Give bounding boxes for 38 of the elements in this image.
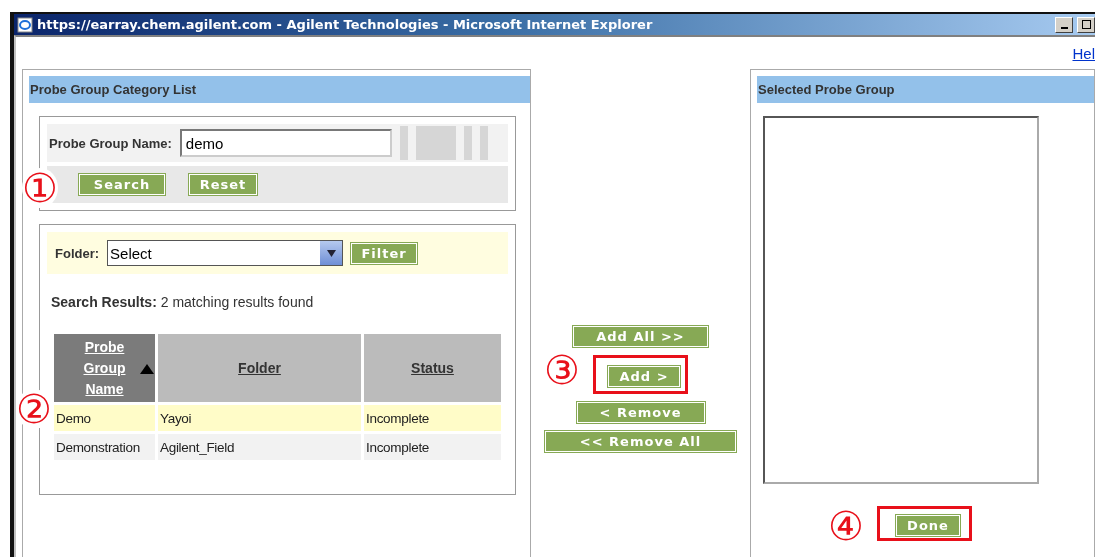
folder-dropdown[interactable]: Select <box>107 240 344 266</box>
done-button[interactable]: Done <box>896 515 960 536</box>
dropdown-arrow-icon <box>326 249 336 257</box>
maximize-button[interactable] <box>1077 16 1095 33</box>
search-button[interactable]: Search <box>79 174 165 195</box>
help-link[interactable]: Hel <box>1072 44 1095 62</box>
name-label: Probe Group Name: <box>49 135 172 151</box>
table-cell: Agilent_Field <box>158 434 361 460</box>
empty-cell <box>479 126 488 160</box>
transfer-button[interactable]: Add All >> <box>573 326 708 347</box>
filter-button[interactable]: Filter <box>351 242 418 264</box>
callout-number: ② <box>16 389 52 429</box>
panel-title: Probe Group Category List <box>29 76 530 103</box>
column-sort-link[interactable]: Status <box>411 357 454 379</box>
table-cell: Incomplete <box>364 405 501 431</box>
empty-cell <box>399 126 408 160</box>
name-field[interactable]: demo <box>179 129 392 157</box>
maximize-icon <box>1081 19 1091 29</box>
table-cell: Demonstration <box>54 434 155 460</box>
table-cell: Yayoi <box>158 405 361 431</box>
browser-icon <box>17 16 33 33</box>
table-cell: Demo <box>54 405 155 431</box>
callout-number: ① <box>22 168 58 208</box>
column-sort-link[interactable]: Folder <box>238 357 281 379</box>
sort-arrow-icon <box>140 364 154 374</box>
search-results-text: Search Results: 2 matching results found <box>51 294 315 310</box>
transfer-button[interactable]: < Remove <box>576 402 705 423</box>
window-title: https://earray.chem.agilent.com - Agilent Technologies - Microsoft Internet Explorer <box>37 17 654 32</box>
reset-button[interactable]: Reset <box>189 174 257 195</box>
transfer-button[interactable]: << Remove All <box>545 431 736 452</box>
transfer-button[interactable]: Add > <box>608 366 680 387</box>
empty-cell <box>463 126 472 160</box>
minimize-button[interactable] <box>1055 16 1073 33</box>
column-sort-link[interactable]: Probe Group Name <box>78 336 131 400</box>
folder-label: Folder: <box>55 245 100 261</box>
minimize-icon <box>1060 26 1068 29</box>
table-cell: Incomplete <box>364 434 501 460</box>
panel-title: Selected Probe Group <box>757 76 1094 103</box>
